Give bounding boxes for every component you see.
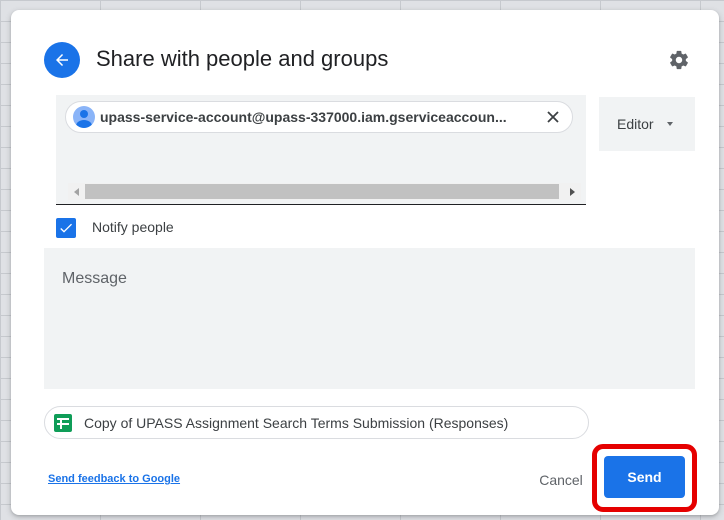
message-field[interactable] bbox=[44, 248, 695, 389]
dialog-title: Share with people and groups bbox=[96, 46, 389, 71]
google-sheets-icon bbox=[54, 413, 72, 432]
remove-recipient-button[interactable] bbox=[544, 108, 562, 126]
recipients-field[interactable]: upass-service-account@upass-337000.iam.g… bbox=[56, 95, 586, 205]
checkmark-icon bbox=[60, 223, 72, 233]
caret-down-icon bbox=[666, 122, 673, 126]
horizontal-scrollbar[interactable] bbox=[68, 183, 581, 200]
settings-button[interactable] bbox=[665, 46, 693, 74]
role-label: Editor bbox=[617, 116, 654, 132]
share-dialog: Share with people and groups upass-servi… bbox=[11, 10, 719, 515]
file-name: Copy of UPASS Assignment Search Terms Su… bbox=[84, 414, 509, 431]
scroll-left-arrow-icon[interactable] bbox=[74, 188, 79, 196]
role-dropdown[interactable]: Editor bbox=[599, 97, 695, 151]
close-icon bbox=[547, 111, 559, 123]
notify-people-checkbox[interactable] bbox=[56, 218, 76, 238]
back-button[interactable] bbox=[44, 42, 80, 78]
gear-icon bbox=[670, 50, 688, 70]
scroll-right-arrow-icon[interactable] bbox=[570, 188, 575, 196]
scrollbar-thumb[interactable] bbox=[85, 184, 559, 199]
cancel-button[interactable]: Cancel bbox=[526, 462, 596, 498]
send-feedback-link[interactable]: Send feedback to Google bbox=[48, 473, 180, 485]
arrow-back-icon bbox=[56, 54, 68, 66]
notify-people-label: Notify people bbox=[92, 219, 174, 235]
recipient-chip[interactable]: upass-service-account@upass-337000.iam.g… bbox=[65, 101, 573, 133]
recipient-email: upass-service-account@upass-337000.iam.g… bbox=[100, 109, 507, 125]
send-button[interactable]: Send bbox=[604, 456, 685, 498]
person-avatar-icon bbox=[73, 106, 95, 128]
file-chip: Copy of UPASS Assignment Search Terms Su… bbox=[44, 406, 589, 439]
